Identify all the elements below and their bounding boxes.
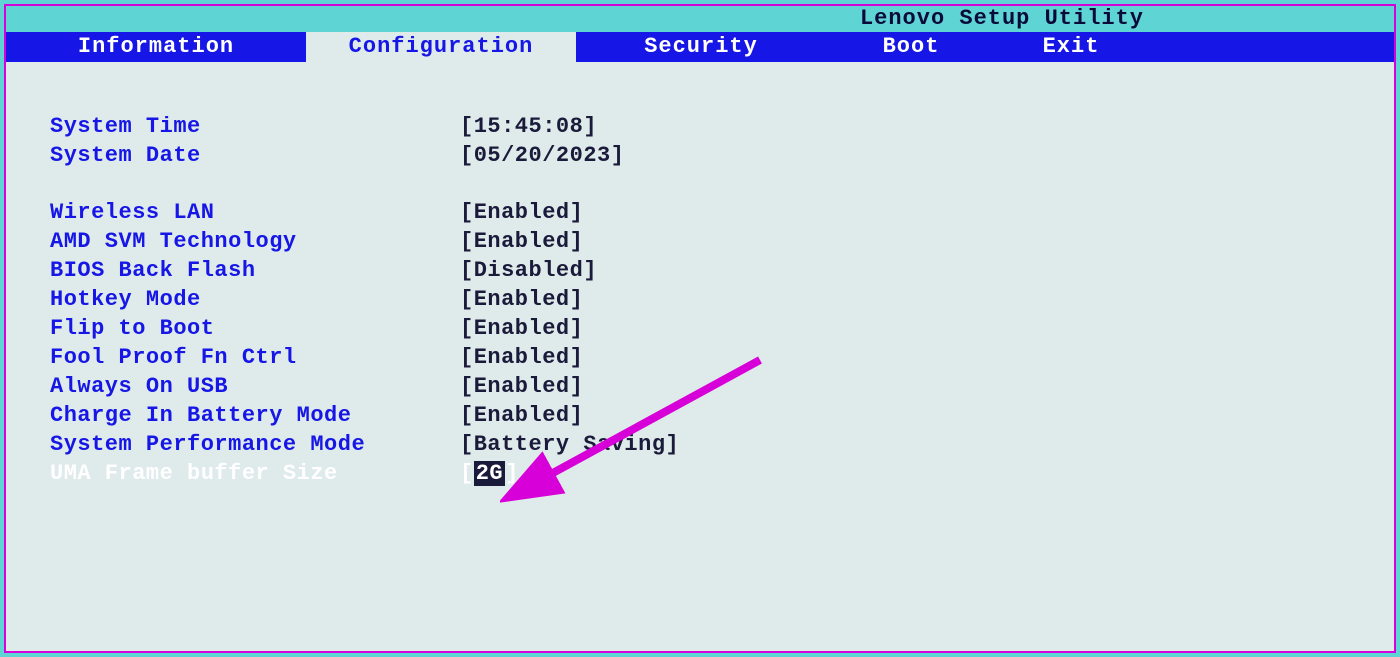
row-fool-proof-fn[interactable]: Fool Proof Fn Ctrl [Enabled] <box>50 343 1394 372</box>
value-charge-battery: [Enabled] <box>460 401 583 430</box>
label-bios-back-flash: BIOS Back Flash <box>50 256 460 285</box>
label-system-time: System Time <box>50 112 460 141</box>
tab-exit[interactable]: Exit <box>996 32 1146 62</box>
row-uma-frame-buffer[interactable]: UMA Frame buffer Size [2G] <box>50 459 1394 488</box>
row-system-date[interactable]: System Date [05/20/2023] <box>50 141 1394 170</box>
label-flip-to-boot: Flip to Boot <box>50 314 460 343</box>
tab-information[interactable]: Information <box>6 32 306 62</box>
bios-window: Lenovo Setup Utility Information Configu… <box>4 4 1396 653</box>
value-always-on-usb: [Enabled] <box>460 372 583 401</box>
config-panel: System Time [15:45:08] System Date [05/2… <box>6 62 1394 651</box>
label-amd-svm: AMD SVM Technology <box>50 227 460 256</box>
label-uma-frame-buffer: UMA Frame buffer Size <box>50 459 460 488</box>
value-hotkey-mode: [Enabled] <box>460 285 583 314</box>
value-wireless-lan: [Enabled] <box>460 198 583 227</box>
value-system-time: [15:45:08] <box>460 112 597 141</box>
row-always-on-usb[interactable]: Always On USB [Enabled] <box>50 372 1394 401</box>
value-perf-mode: [Battery Saving] <box>460 430 679 459</box>
value-flip-to-boot: [Enabled] <box>460 314 583 343</box>
title-bar: Lenovo Setup Utility <box>6 6 1394 32</box>
value-uma-frame-buffer: [2G] <box>460 459 519 488</box>
tab-configuration[interactable]: Configuration <box>306 32 576 62</box>
row-flip-to-boot[interactable]: Flip to Boot [Enabled] <box>50 314 1394 343</box>
value-uma-inner: 2G <box>474 461 505 486</box>
value-fool-proof-fn: [Enabled] <box>460 343 583 372</box>
bracket-right: ] <box>505 461 519 486</box>
tab-security[interactable]: Security <box>576 32 826 62</box>
value-system-date: [05/20/2023] <box>460 141 624 170</box>
label-system-date: System Date <box>50 141 460 170</box>
value-amd-svm: [Enabled] <box>460 227 583 256</box>
row-system-time[interactable]: System Time [15:45:08] <box>50 112 1394 141</box>
label-charge-battery: Charge In Battery Mode <box>50 401 460 430</box>
tab-bar: Information Configuration Security Boot … <box>6 32 1394 62</box>
label-hotkey-mode: Hotkey Mode <box>50 285 460 314</box>
label-perf-mode: System Performance Mode <box>50 430 460 459</box>
row-wireless-lan[interactable]: Wireless LAN [Enabled] <box>50 198 1394 227</box>
row-bios-back-flash[interactable]: BIOS Back Flash [Disabled] <box>50 256 1394 285</box>
value-bios-back-flash: [Disabled] <box>460 256 597 285</box>
label-always-on-usb: Always On USB <box>50 372 460 401</box>
app-title: Lenovo Setup Utility <box>860 6 1144 31</box>
label-fool-proof-fn: Fool Proof Fn Ctrl <box>50 343 460 372</box>
tab-boot[interactable]: Boot <box>826 32 996 62</box>
label-wireless-lan: Wireless LAN <box>50 198 460 227</box>
row-charge-battery[interactable]: Charge In Battery Mode [Enabled] <box>50 401 1394 430</box>
row-hotkey-mode[interactable]: Hotkey Mode [Enabled] <box>50 285 1394 314</box>
bracket-left: [ <box>460 461 474 486</box>
row-amd-svm[interactable]: AMD SVM Technology [Enabled] <box>50 227 1394 256</box>
row-perf-mode[interactable]: System Performance Mode [Battery Saving] <box>50 430 1394 459</box>
